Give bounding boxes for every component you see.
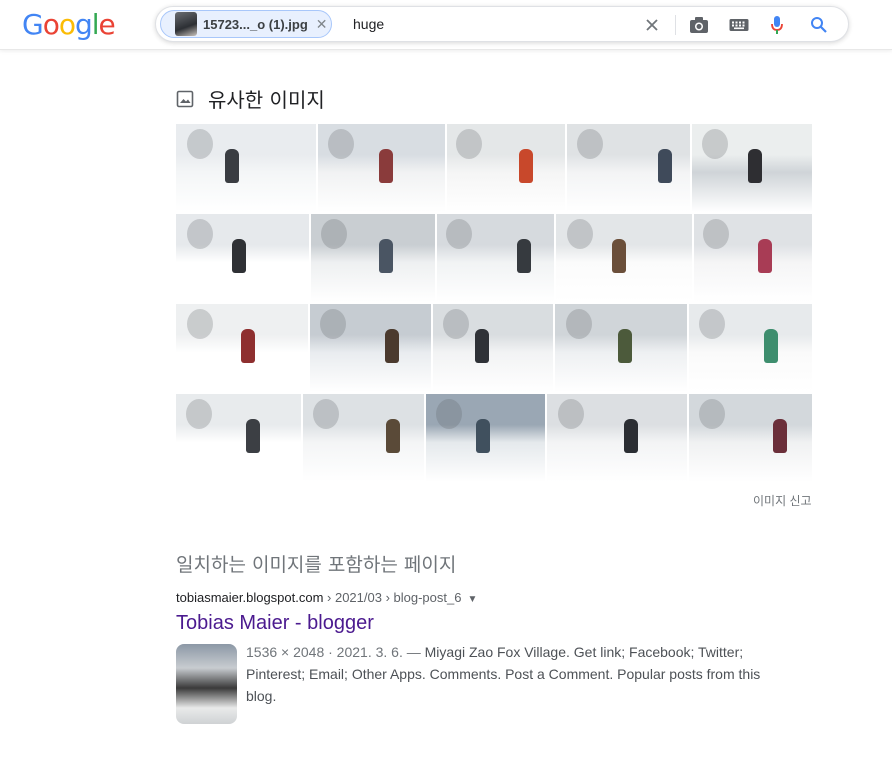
similar-image-thumbnail[interactable]	[689, 304, 812, 392]
logo-letter: g	[74, 8, 93, 41]
person-shape	[379, 238, 394, 273]
microphone-icon[interactable]	[767, 15, 787, 35]
tree-shape	[703, 219, 730, 250]
similar-image-thumbnail[interactable]	[692, 124, 812, 212]
tree-shape	[456, 129, 483, 160]
similar-image-thumbnail[interactable]	[176, 394, 301, 482]
person-shape	[231, 238, 246, 273]
clear-icon[interactable]	[642, 15, 662, 35]
person-shape	[385, 328, 400, 363]
similar-image-thumbnail[interactable]	[318, 124, 445, 212]
logo-letter: l	[91, 8, 100, 41]
similar-image-thumbnail[interactable]	[311, 214, 435, 302]
image-thumbnail	[175, 12, 197, 36]
tree-shape	[320, 219, 347, 250]
similar-image-thumbnail[interactable]	[547, 394, 687, 482]
divider	[675, 15, 676, 35]
result-breadcrumb: › 2021/03 › blog-post_6	[323, 590, 462, 605]
person-shape	[658, 148, 673, 183]
person-shape	[748, 148, 763, 183]
similar-image-thumbnail[interactable]	[176, 214, 309, 302]
similar-images-grid	[176, 124, 812, 484]
result-title-link[interactable]: Tobias Maier - blogger	[176, 612, 374, 635]
keyboard-icon[interactable]	[729, 15, 749, 35]
similar-image-thumbnail[interactable]	[176, 124, 316, 212]
search-query-text[interactable]: huge	[353, 16, 384, 32]
similar-image-thumbnail[interactable]	[437, 214, 554, 302]
logo-letter: e	[98, 8, 116, 41]
similar-image-thumbnail[interactable]	[310, 304, 431, 392]
result-thumbnail[interactable]	[176, 644, 237, 724]
tree-shape	[701, 129, 728, 160]
similar-image-thumbnail[interactable]	[433, 304, 553, 392]
person-shape	[378, 148, 393, 183]
tree-shape	[565, 309, 592, 340]
tree-shape	[186, 399, 212, 430]
search-image-chip[interactable]: 15723..._o (1).jpg ✕	[160, 10, 332, 38]
tree-shape	[435, 399, 462, 430]
similar-images-header: 유사한 이미지	[176, 84, 325, 113]
person-shape	[225, 148, 239, 183]
tree-shape	[187, 129, 214, 160]
tree-shape	[186, 219, 213, 250]
similar-image-thumbnail[interactable]	[555, 304, 687, 392]
person-shape	[516, 238, 531, 273]
tree-shape	[442, 309, 469, 340]
similar-image-thumbnail[interactable]	[567, 124, 690, 212]
person-shape	[772, 418, 787, 453]
result-site: tobiasmaier.blogspot.com	[176, 590, 324, 605]
image-row	[176, 214, 812, 302]
tree-shape	[328, 129, 355, 160]
similar-image-thumbnail[interactable]	[176, 304, 308, 392]
result-url[interactable]: tobiasmaier.blogspot.com › 2021/03 › blo…	[176, 590, 477, 605]
similar-image-thumbnail[interactable]	[303, 394, 424, 482]
image-icon	[176, 90, 194, 107]
logo-letter: o	[58, 8, 76, 41]
tree-shape	[446, 219, 473, 250]
tree-shape	[186, 309, 213, 340]
remove-image-icon[interactable]: ✕	[316, 16, 328, 33]
similar-image-thumbnail[interactable]	[556, 214, 692, 302]
search-icon[interactable]	[809, 15, 829, 35]
tree-shape	[319, 309, 346, 340]
header-bar: Google 15723..._o (1).jpg ✕ huge	[0, 0, 892, 50]
result-snippet: 1536 × 2048 · 2021. 3. 6. — Miyagi Zao F…	[246, 641, 776, 707]
image-row	[176, 304, 812, 392]
person-shape	[624, 418, 638, 453]
logo-letter: G	[22, 8, 44, 41]
result-meta: 1536 × 2048 · 2021. 3. 6. —	[246, 644, 425, 660]
person-shape	[475, 418, 490, 453]
caret-down-icon[interactable]: ▼	[467, 594, 477, 605]
person-shape	[518, 148, 533, 183]
person-shape	[475, 328, 489, 363]
search-box[interactable]: 15723..._o (1).jpg ✕ huge	[155, 6, 849, 42]
similar-images-title: 유사한 이미지	[208, 88, 325, 112]
tree-shape	[558, 399, 585, 430]
similar-image-thumbnail[interactable]	[689, 394, 812, 482]
person-shape	[246, 418, 260, 453]
similar-image-thumbnail[interactable]	[447, 124, 565, 212]
tree-shape	[698, 399, 725, 430]
person-shape	[757, 238, 772, 273]
google-logo[interactable]: Google	[22, 8, 116, 41]
image-row	[176, 124, 812, 212]
image-row	[176, 394, 812, 482]
tree-shape	[698, 309, 725, 340]
person-shape	[240, 328, 255, 363]
tree-shape	[566, 219, 593, 250]
image-chip-filename: 15723..._o (1).jpg	[203, 16, 308, 32]
person-shape	[764, 328, 779, 363]
logo-letter: o	[42, 8, 60, 41]
matching-pages-heading: 일치하는 이미지를 포함하는 페이지	[176, 554, 457, 576]
report-images-link[interactable]: 이미지 신고	[753, 492, 812, 509]
person-shape	[611, 238, 626, 273]
similar-image-thumbnail[interactable]	[426, 394, 545, 482]
camera-icon[interactable]	[689, 15, 709, 35]
person-shape	[618, 328, 633, 363]
tree-shape	[576, 129, 603, 160]
similar-image-thumbnail[interactable]	[694, 214, 812, 302]
tree-shape	[312, 399, 339, 430]
person-shape	[386, 418, 401, 453]
